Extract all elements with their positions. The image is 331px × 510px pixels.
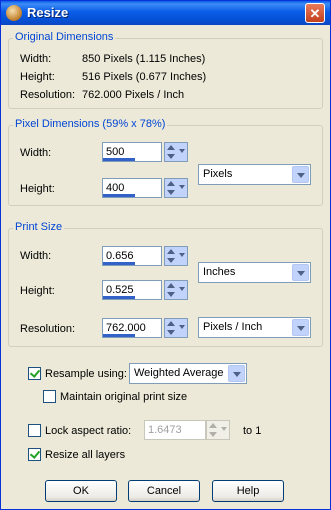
original-dimensions-label: Original Dimensions bbox=[13, 31, 116, 43]
maintain-print-size-checkbox[interactable] bbox=[43, 390, 56, 403]
pixel-width-input[interactable]: 500 bbox=[102, 142, 162, 162]
chevron-down-icon bbox=[228, 365, 245, 382]
chevron-down-icon bbox=[292, 166, 309, 183]
print-resolution-label: Resolution: bbox=[20, 323, 76, 335]
pixel-height-input[interactable]: 400 bbox=[102, 178, 162, 198]
original-width-value: 850 Pixels (1.115 Inches) bbox=[82, 53, 206, 65]
print-size-group: Print Size Width: 0.656 Height: 0.525 In… bbox=[8, 221, 323, 347]
window-title: Resize bbox=[27, 5, 69, 20]
maintain-print-size-label: Maintain original print size bbox=[60, 391, 188, 403]
pixel-dimensions-group: Pixel Dimensions (59% x 78%) Width: 500 … bbox=[8, 118, 323, 206]
original-resolution-value: 762.000 Pixels / Inch bbox=[82, 89, 185, 101]
print-size-label: Print Size bbox=[13, 221, 65, 233]
pixel-width-label: Width: bbox=[20, 147, 52, 159]
app-icon bbox=[6, 5, 22, 21]
title-bar: Resize ✕ bbox=[1, 1, 330, 25]
original-resolution-label: Resolution: bbox=[20, 89, 76, 101]
print-width-label: Width: bbox=[20, 250, 52, 262]
resize-all-layers-label: Resize all layers bbox=[45, 449, 126, 461]
print-resolution-input[interactable]: 762.000 bbox=[102, 318, 162, 338]
close-button[interactable]: ✕ bbox=[305, 3, 325, 23]
chevron-down-icon bbox=[292, 264, 309, 281]
resize-dialog: Resize ✕ Original Dimensions Width: 850 … bbox=[0, 0, 331, 510]
resolution-unit-select[interactable]: Pixels / Inch bbox=[198, 317, 311, 338]
original-width-label: Width: bbox=[20, 53, 52, 65]
print-resolution-spinner[interactable] bbox=[164, 318, 188, 338]
aspect-ratio-spinner[interactable] bbox=[206, 420, 230, 440]
resample-label: Resample using: bbox=[45, 368, 127, 380]
resize-all-layers-checkbox[interactable] bbox=[28, 448, 41, 461]
pixel-height-label: Height: bbox=[20, 183, 55, 195]
chevron-down-icon bbox=[292, 319, 309, 336]
resample-checkbox[interactable] bbox=[28, 367, 41, 380]
pixel-height-spinner[interactable] bbox=[164, 178, 188, 198]
original-height-value: 516 Pixels (0.677 Inches) bbox=[82, 71, 207, 83]
ok-button[interactable]: OK bbox=[45, 480, 117, 502]
lock-aspect-label: Lock aspect ratio: bbox=[45, 425, 132, 437]
print-height-input[interactable]: 0.525 bbox=[102, 280, 162, 300]
help-button[interactable]: Help bbox=[212, 480, 284, 502]
pixel-unit-select[interactable]: Pixels bbox=[198, 164, 311, 185]
resample-method-select[interactable]: Weighted Average bbox=[129, 363, 247, 384]
aspect-ratio-input[interactable]: 1.6473 bbox=[144, 420, 206, 440]
print-height-spinner[interactable] bbox=[164, 280, 188, 300]
lock-aspect-checkbox[interactable] bbox=[28, 424, 41, 437]
print-height-label: Height: bbox=[20, 285, 55, 297]
cancel-button[interactable]: Cancel bbox=[128, 480, 200, 502]
original-height-label: Height: bbox=[20, 71, 55, 83]
to-one-label: to 1 bbox=[243, 425, 262, 437]
print-unit-select[interactable]: Inches bbox=[198, 262, 311, 283]
original-dimensions-group: Original Dimensions Width: 850 Pixels (1… bbox=[8, 31, 323, 109]
print-width-spinner[interactable] bbox=[164, 246, 188, 266]
pixel-dimensions-label: Pixel Dimensions (59% x 78%) bbox=[13, 118, 168, 130]
pixel-width-spinner[interactable] bbox=[164, 142, 188, 162]
print-width-input[interactable]: 0.656 bbox=[102, 246, 162, 266]
